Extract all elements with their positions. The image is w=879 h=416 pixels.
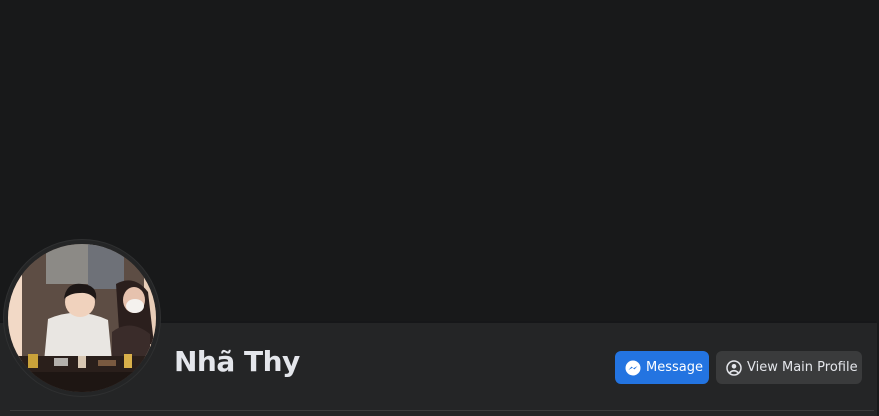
header-divider [10,410,874,411]
profile-page: Nhã Thy Message View Main Profile [0,0,879,416]
avatar-image [8,244,156,392]
message-button-label: Message [646,360,703,375]
messenger-icon [625,360,641,376]
user-circle-icon [726,359,742,376]
view-main-profile-button[interactable]: View Main Profile [716,351,862,384]
avatar[interactable] [8,244,156,392]
profile-name: Nhã Thy [174,345,300,378]
message-button[interactable]: Message [615,351,709,384]
view-main-profile-label: View Main Profile [747,360,858,375]
